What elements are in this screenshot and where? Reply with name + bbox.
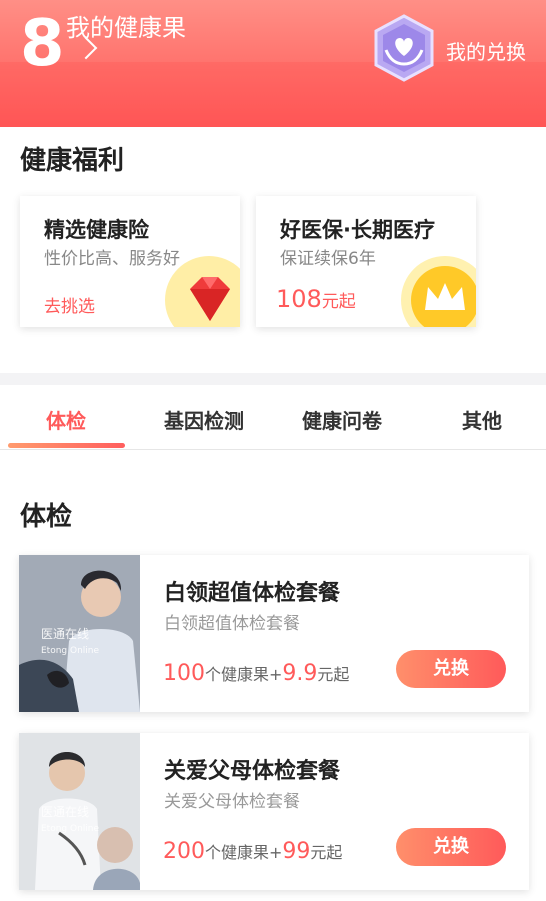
cash-unit: 元起 (317, 665, 350, 684)
product-subtitle: 白领超值体检套餐 (164, 614, 300, 634)
category-tabs: 体检 基因检测 健康问卷 其他 (0, 385, 546, 450)
tab-other[interactable]: 其他 (462, 405, 502, 434)
logo-text: 医通在线 (41, 627, 90, 641)
product-title: 白领超值体检套餐 (164, 581, 341, 606)
welfare-card-medical[interactable]: 好医保·长期医疗 保证续保6年 108元起 (256, 196, 476, 327)
fruit-label: 个健康果+ (205, 665, 283, 684)
fruit-amount: 100 (163, 661, 205, 686)
list-section-title: 体检 (20, 502, 73, 532)
choose-link[interactable]: 去挑选 (44, 292, 95, 317)
fruit-label: 个健康果+ (205, 843, 283, 862)
product-price: 200个健康果+99元起 (163, 839, 342, 864)
product-card[interactable]: 医通在线 Etong Online 关爱父母体检套餐 关爱父母体检套餐 200个… (19, 733, 529, 890)
product-title: 关爱父母体检套餐 (164, 759, 341, 784)
section-divider (0, 373, 546, 385)
product-subtitle: 关爱父母体检套餐 (164, 792, 300, 812)
welfare-card-title: 精选健康险 (44, 218, 149, 242)
product-price: 100个健康果+9.9元起 (163, 661, 349, 686)
cash-amount: 9.9 (282, 661, 318, 686)
fruit-amount: 200 (163, 839, 205, 864)
welfare-section-title: 健康福利 (20, 146, 125, 176)
product-card[interactable]: 医通在线 Etong Online 白领超值体检套餐 白领超值体检套餐 100个… (19, 555, 529, 712)
etong-logo: 医通在线 Etong Online (41, 625, 99, 656)
header-band (0, 62, 546, 127)
fruit-count: 8 (20, 7, 65, 81)
welfare-card-subtitle: 保证续保6年 (280, 249, 376, 269)
cash-amount: 99 (282, 839, 311, 864)
welfare-card-price: 108元起 (276, 285, 356, 313)
heart-hands-icon[interactable] (370, 14, 438, 82)
price-value: 108 (276, 285, 322, 313)
health-fruit-header[interactable]: 8 我的健康果 我的兑换 (0, 0, 546, 127)
active-tab-indicator (8, 443, 125, 448)
welfare-card-insurance[interactable]: 精选健康险 性价比高、服务好 去挑选 (20, 196, 240, 327)
cash-unit: 元起 (310, 843, 343, 862)
tab-health-questionnaire[interactable]: 健康问卷 (302, 405, 382, 434)
logo-subtext: Etong Online (41, 646, 100, 656)
exchange-button[interactable]: 兑换 (396, 650, 506, 688)
logo-subtext: Etong Online (41, 824, 100, 834)
my-exchange-link[interactable]: 我的兑换 (446, 36, 526, 65)
logo-text: 医通在线 (41, 805, 90, 819)
tab-gene-test[interactable]: 基因检测 (164, 405, 244, 434)
tab-physical-exam[interactable]: 体检 (46, 405, 86, 434)
welfare-card-title: 好医保·长期医疗 (280, 218, 435, 242)
price-unit: 元起 (321, 292, 356, 312)
etong-logo: 医通在线 Etong Online (41, 803, 99, 834)
exchange-button[interactable]: 兑换 (396, 828, 506, 866)
crown-coin-icon (401, 256, 476, 327)
welfare-card-subtitle: 性价比高、服务好 (44, 249, 180, 269)
